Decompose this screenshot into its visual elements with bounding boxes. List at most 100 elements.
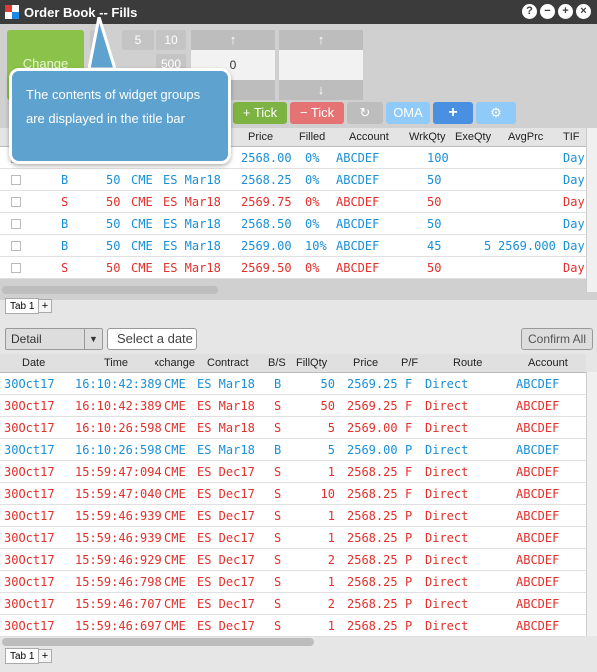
fill-cell-price: 2568.25 xyxy=(347,509,398,523)
col-pf[interactable]: P/F xyxy=(401,357,418,369)
fills-vertical-scrollbar[interactable] xyxy=(586,372,597,636)
col-price[interactable]: Price xyxy=(353,357,378,369)
row-checkbox[interactable] xyxy=(11,241,21,251)
col-exeqty[interactable]: ExeQty xyxy=(455,131,491,143)
fills-grid: Date Time Exchange Contract B/S FillQty … xyxy=(0,354,586,637)
qty-preset-5[interactable]: 5 xyxy=(122,30,154,50)
fill-cell-price: 2568.25 xyxy=(347,575,398,589)
order-row[interactable]: B 50 CME ES Mar18 2569.00 10% ABCDEF 45 5 2569.00… xyxy=(0,235,586,257)
col-time[interactable]: Time xyxy=(104,357,128,369)
fill-row[interactable]: 30Oct17 16:10:42:389 CME ES Mar18 S 50 2569.25… xyxy=(0,395,586,417)
row-checkbox[interactable] xyxy=(11,175,21,185)
order-cell-price: 2569.75 xyxy=(241,195,292,209)
fill-cell-exch: CME xyxy=(164,443,186,457)
col-price[interactable]: Price xyxy=(248,131,273,143)
arrow-up-icon[interactable]: ↑ xyxy=(279,30,363,50)
fill-cell-price: 2568.25 xyxy=(347,553,398,567)
add-icon[interactable]: + xyxy=(558,4,573,19)
arrow-up-icon[interactable]: ↑ xyxy=(191,30,275,50)
order-cell-tif: Day xyxy=(563,239,585,253)
fill-cell-contract: ES Mar18 xyxy=(197,377,255,391)
row-checkbox[interactable] xyxy=(11,219,21,229)
fill-cell-pf: F xyxy=(405,465,413,479)
fill-cell-date: 30Oct17 xyxy=(4,575,55,589)
order-row[interactable]: B 50 CME ES Mar18 2568.50 0% ABCDEF 50 Day xyxy=(0,213,586,235)
order-cell-contract: ES Mar18 xyxy=(163,217,221,231)
fill-cell-qty: 1 xyxy=(327,575,335,589)
fill-cell-date: 30Oct17 xyxy=(4,465,55,479)
fill-cell-price: 2569.25 xyxy=(347,377,398,391)
row-checkbox[interactable] xyxy=(11,197,21,207)
order-cell-exch: CME xyxy=(131,173,153,187)
order-row[interactable]: S 50 CME ES Mar18 2569.75 0% ABCDEF 50 Day xyxy=(0,191,586,213)
fill-row[interactable]: 30Oct17 16:10:26:598 CME ES Mar18 S 5 2569.00 F… xyxy=(0,417,586,439)
minimize-icon[interactable]: − xyxy=(540,4,555,19)
fill-row[interactable]: 30Oct17 16:10:26:598 CME ES Mar18 B 5 2569.00 P… xyxy=(0,439,586,461)
order-cell-side: B xyxy=(61,173,69,187)
arrow-down-icon[interactable]: ↓ xyxy=(279,80,363,100)
fill-row[interactable]: 30Oct17 15:59:46:939 CME ES Dec17 S 1 2568.25 P… xyxy=(0,527,586,549)
col-exchange[interactable]: Exchange xyxy=(155,357,195,369)
col-fillqty[interactable]: FillQty xyxy=(296,357,327,369)
refresh-button[interactable]: ↻ xyxy=(347,102,383,124)
confirm-all-button[interactable]: Confirm All xyxy=(521,328,593,350)
fill-row[interactable]: 30Oct17 15:59:46:707 CME ES Dec17 S 2 2568.25 P… xyxy=(0,593,586,615)
order-row[interactable]: B 50 CME ES Mar18 2568.25 0% ABCDEF 50 Day xyxy=(0,169,586,191)
price-value[interactable] xyxy=(279,50,363,80)
fill-row[interactable]: 30Oct17 15:59:46:939 CME ES Dec17 S 1 2568.25 P… xyxy=(0,505,586,527)
fill-row[interactable]: 30Oct17 15:59:46:697 CME ES Dec17 S 1 2568.25 P… xyxy=(0,615,586,637)
col-wrkqty[interactable]: WrkQty xyxy=(409,131,445,143)
fill-cell-bs: S xyxy=(274,509,282,523)
fill-row[interactable]: 30Oct17 15:59:47:040 CME ES Dec17 S 10 2568.25… xyxy=(0,483,586,505)
help-icon[interactable]: ? xyxy=(522,4,537,19)
col-date[interactable]: Date xyxy=(22,357,45,369)
fills-horizontal-scrollbar[interactable] xyxy=(2,638,314,646)
col-route[interactable]: Route xyxy=(453,357,482,369)
orders-vertical-scrollbar[interactable] xyxy=(586,128,597,292)
order-cell-account: ABCDEF xyxy=(336,217,380,231)
tooltip-text: The contents of widget groups are displa… xyxy=(26,87,201,126)
fill-cell-qty: 50 xyxy=(320,377,335,391)
fill-row[interactable]: 30Oct17 15:59:46:798 CME ES Dec17 S 1 2568.25 P… xyxy=(0,571,586,593)
fill-row[interactable]: 30Oct17 15:59:46:929 CME ES Dec17 S 2 2568.25 P… xyxy=(0,549,586,571)
settings-button[interactable]: ⚙ xyxy=(476,102,516,124)
fill-cell-contract: ES Mar18 xyxy=(197,399,255,413)
fill-cell-account: ABCDEF xyxy=(516,377,560,391)
fill-cell-price: 2568.25 xyxy=(347,619,398,633)
chevron-down-icon[interactable]: ▼ xyxy=(84,329,102,349)
col-account[interactable]: Account xyxy=(528,357,568,369)
col-filled[interactable]: Filled xyxy=(299,131,325,143)
view-select[interactable]: Detail ▼ xyxy=(5,328,103,350)
fill-cell-pf: P xyxy=(405,619,413,633)
order-cell-tif: Day xyxy=(563,217,585,231)
order-row[interactable]: S 50 CME ES Mar18 2569.50 0% ABCDEF 50 Day xyxy=(0,257,586,279)
add-tab-icon[interactable]: + xyxy=(38,299,52,313)
fill-row[interactable]: 30Oct17 15:59:47:094 CME ES Dec17 S 1 2568.25 F… xyxy=(0,461,586,483)
close-icon[interactable]: × xyxy=(576,4,591,19)
qty-preset-10[interactable]: 10 xyxy=(156,30,186,50)
fill-cell-pf: F xyxy=(405,377,413,391)
plus-tick-button[interactable]: + Tick xyxy=(233,102,287,124)
col-avgprc[interactable]: AvgPrc xyxy=(508,131,543,143)
date-input[interactable]: Select a date xyxy=(107,328,197,350)
fill-cell-date: 30Oct17 xyxy=(4,399,55,413)
col-contract[interactable]: Contract xyxy=(207,357,249,369)
col-account[interactable]: Account xyxy=(349,131,389,143)
tab-1-top[interactable]: Tab 1 xyxy=(5,298,40,314)
add-order-button[interactable]: + xyxy=(433,102,473,124)
price-spinner[interactable]: ↑ ↓ xyxy=(279,30,363,100)
orders-horizontal-scrollbar[interactable] xyxy=(2,286,218,294)
row-checkbox[interactable] xyxy=(11,263,21,273)
tab-1-bottom[interactable]: Tab 1 xyxy=(5,648,40,664)
minus-tick-button[interactable]: − Tick xyxy=(290,102,344,124)
add-tab-icon[interactable]: + xyxy=(38,649,52,663)
fill-row[interactable]: 30Oct17 16:10:42:389 CME ES Mar18 B 50 2569.25… xyxy=(0,373,586,395)
fill-cell-exch: CME xyxy=(164,597,186,611)
fill-cell-time: 16:10:42:389 xyxy=(75,377,162,391)
col-bs[interactable]: B/S xyxy=(268,357,286,369)
fill-cell-bs: S xyxy=(274,465,282,479)
col-tif[interactable]: TIF xyxy=(563,131,580,143)
order-cell-qty: 50 xyxy=(106,239,121,253)
oma-button[interactable]: OMA xyxy=(386,102,430,124)
fill-cell-exch: CME xyxy=(164,487,186,501)
